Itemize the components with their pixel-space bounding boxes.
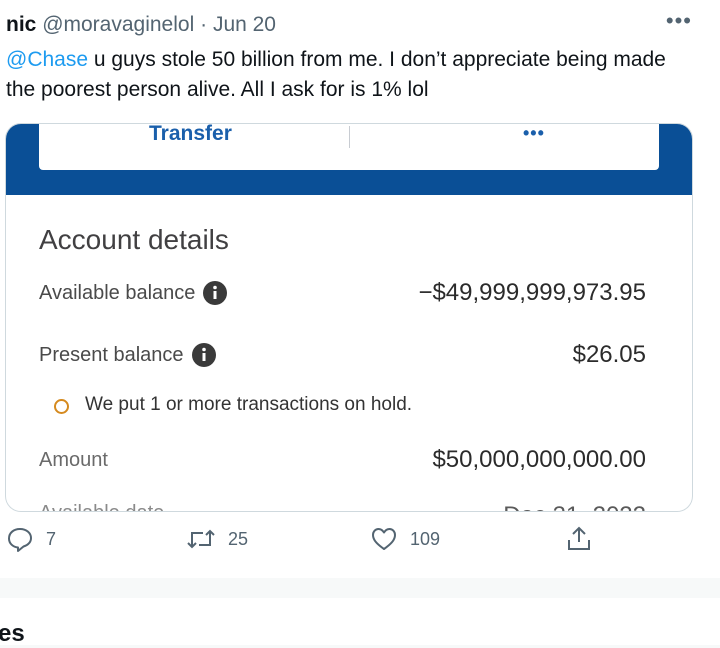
header-separator: · bbox=[200, 13, 208, 36]
retweet-button[interactable]: 25 bbox=[186, 525, 248, 553]
more-options-button[interactable]: ••• bbox=[666, 8, 692, 34]
clipped-row-value: Dec 31, 2022 bbox=[503, 502, 646, 511]
retweet-icon bbox=[187, 529, 215, 549]
like-icon bbox=[372, 528, 396, 550]
info-icon bbox=[191, 343, 216, 367]
tweet: nic @moravaginelol · Jun 20 ••• @Chase u… bbox=[0, 0, 720, 578]
present-balance-label: Present balance bbox=[39, 343, 184, 366]
tweet-date[interactable]: Jun 20 bbox=[213, 13, 276, 36]
clipped-row: Available date Dec 31, 2022 bbox=[6, 500, 692, 511]
mention-link[interactable]: @Chase bbox=[6, 48, 88, 71]
account-details-title: Account details bbox=[39, 224, 229, 255]
bank-tab-card: Transfer ••• bbox=[39, 124, 659, 170]
present-balance-value: $26.05 bbox=[572, 341, 646, 368]
author-handle[interactable]: @moravaginelol bbox=[42, 13, 194, 36]
tweet-text: @Chase u guys stole 50 billion from me. … bbox=[6, 45, 696, 105]
available-balance-label: Available balance bbox=[39, 281, 196, 304]
reply-button[interactable]: 7 bbox=[6, 525, 56, 553]
available-balance-value: −$49,999,999,973.95 bbox=[418, 279, 646, 306]
present-balance-row: Present balance bbox=[39, 343, 216, 367]
like-button[interactable]: 109 bbox=[370, 525, 440, 553]
info-icon bbox=[203, 281, 228, 305]
clipped-row-label: Available date bbox=[39, 502, 164, 511]
hold-circle-icon bbox=[54, 399, 69, 414]
tweet-body: u guys stole 50 billion from me. I don’t… bbox=[6, 48, 666, 101]
next-section-title: es bbox=[0, 620, 25, 647]
share-icon bbox=[568, 526, 590, 550]
next-section: es bbox=[0, 598, 720, 647]
tweet-media-image[interactable]: Transfer ••• Account details Available b… bbox=[5, 123, 693, 512]
amount-value: $50,000,000,000.00 bbox=[432, 446, 646, 473]
tweet-actions: 7 25 109 bbox=[0, 525, 720, 561]
tweet-header: nic @moravaginelol · Jun 20 bbox=[6, 11, 276, 39]
hold-notice: We put 1 or more transactions on hold. bbox=[85, 394, 413, 415]
author-name[interactable]: nic bbox=[6, 13, 36, 36]
reply-icon bbox=[8, 528, 32, 552]
retweet-count: 25 bbox=[228, 528, 249, 549]
more-tab: ••• bbox=[523, 123, 545, 143]
available-balance-row: Available balance bbox=[39, 281, 228, 305]
tab-divider bbox=[349, 126, 350, 148]
share-button[interactable] bbox=[565, 525, 593, 553]
like-count: 109 bbox=[410, 528, 441, 549]
transfer-tab: Transfer bbox=[149, 123, 232, 145]
reply-count: 7 bbox=[46, 528, 57, 549]
amount-label: Amount bbox=[39, 449, 108, 471]
